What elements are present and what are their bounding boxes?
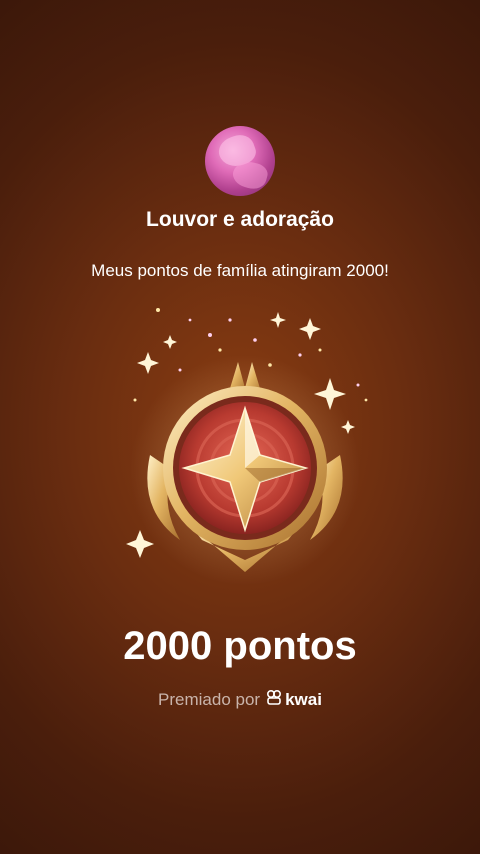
star-medal-icon xyxy=(120,290,370,590)
kwai-logo-icon xyxy=(266,689,282,710)
points-total: 2000 pontos xyxy=(123,624,357,668)
kwai-brand-name: kwai xyxy=(285,689,322,709)
family-avatar[interactable] xyxy=(205,126,275,196)
family-name: Louvor e adoração xyxy=(146,208,334,231)
awarded-by-label: Premiado por xyxy=(158,689,261,709)
kwai-brand: kwai xyxy=(266,689,322,710)
achievement-message: Meus pontos de família atingiram 2000! xyxy=(91,261,389,280)
awarded-by: Premiado por kwai xyxy=(0,689,480,710)
